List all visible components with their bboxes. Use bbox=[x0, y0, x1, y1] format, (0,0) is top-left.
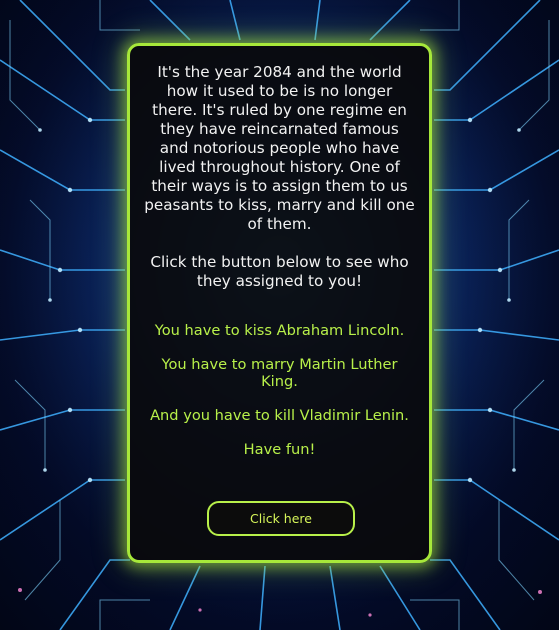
story-intro: It's the year 2084 and the world how it … bbox=[144, 63, 415, 233]
story-prompt: Click the button below to see who they a… bbox=[150, 253, 409, 290]
marry-result: You have to marry Martin Luther King. bbox=[161, 356, 398, 390]
kiss-result: You have to kiss Abraham Lincoln. bbox=[154, 322, 405, 339]
kill-result: And you have to kill Vladimir Lenin. bbox=[150, 407, 409, 424]
click-here-button[interactable]: Click here bbox=[207, 501, 355, 536]
closing-text: Have fun! bbox=[243, 441, 316, 458]
circuit-background: It's the year 2084 and the world how it … bbox=[0, 0, 559, 630]
story-card: It's the year 2084 and the world how it … bbox=[127, 43, 432, 563]
